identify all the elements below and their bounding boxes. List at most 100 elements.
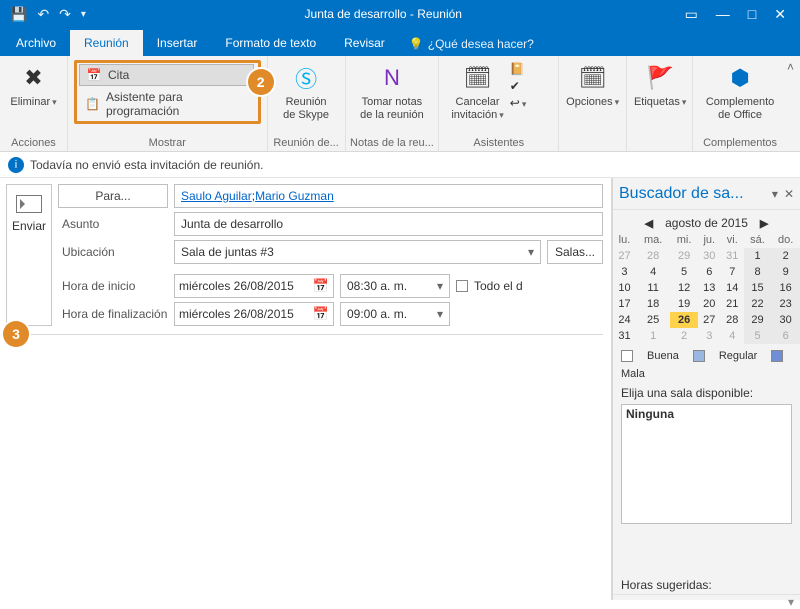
calendar-day[interactable]: 31 <box>721 248 744 264</box>
calendar-day[interactable]: 22 <box>744 296 772 312</box>
calendar-day[interactable]: 2 <box>771 248 800 264</box>
prev-month-icon[interactable]: ◀ <box>645 217 653 230</box>
address-book-icon[interactable]: 📔 <box>510 62 527 76</box>
calendar-day[interactable]: 30 <box>771 312 800 328</box>
start-date-field[interactable]: miércoles 26/08/2015📅 <box>174 274 334 298</box>
calendar-day[interactable]: 29 <box>744 312 772 328</box>
ribbon-display-icon[interactable]: ▭ <box>685 6 698 23</box>
calendar-day[interactable]: 30 <box>698 248 721 264</box>
calendar-picker-icon[interactable]: 📅 <box>313 306 329 322</box>
room-none[interactable]: Ninguna <box>626 407 787 421</box>
cita-button[interactable]: 📅 Cita <box>79 64 254 86</box>
asistente-programacion-button[interactable]: 📋 Asistente para programación <box>79 88 254 120</box>
cancel-invitation-button[interactable]: 🗓 Cancelar invitación <box>445 58 509 125</box>
responses-icon[interactable]: ↩ <box>510 96 527 110</box>
to-field[interactable]: Saulo Aguilar; Mario Guzman <box>174 184 603 208</box>
calendar-day[interactable]: 24 <box>613 312 636 328</box>
calendar-day[interactable]: 14 <box>721 280 744 296</box>
redo-icon[interactable]: ↷ <box>59 6 71 23</box>
calendar-day[interactable]: 17 <box>613 296 636 312</box>
skype-meeting-button[interactable]: Ⓢ Reunión de Skype <box>274 58 339 125</box>
all-day-checkbox[interactable] <box>456 280 468 292</box>
office-addin-button[interactable]: ⬢ Complemento de Office <box>699 58 781 125</box>
calendar-picker-icon[interactable]: 📅 <box>313 278 329 294</box>
calendar-day[interactable]: 26 <box>670 312 698 328</box>
message-body[interactable] <box>6 334 603 594</box>
mini-calendar[interactable]: lu.ma.mi.ju.vi.sá.do. 272829303112345678… <box>613 232 800 344</box>
calendar-day[interactable]: 23 <box>771 296 800 312</box>
calendar-day[interactable]: 11 <box>636 280 670 296</box>
calendar-day[interactable]: 25 <box>636 312 670 328</box>
calendar-day[interactable]: 13 <box>698 280 721 296</box>
calendar-day[interactable]: 31 <box>613 328 636 344</box>
calendar-day[interactable]: 20 <box>698 296 721 312</box>
calendar-day[interactable]: 1 <box>744 248 772 264</box>
calendar-day[interactable]: 27 <box>698 312 721 328</box>
calendar-day[interactable]: 12 <box>670 280 698 296</box>
calendar-day[interactable]: 16 <box>771 280 800 296</box>
calendar-day[interactable]: 9 <box>771 264 800 280</box>
recipient-2[interactable]: Mario Guzman <box>255 189 334 203</box>
tab-reunion[interactable]: Reunión <box>70 30 143 56</box>
mostrar-highlight: 📅 Cita 📋 Asistente para programación 2 <box>74 60 261 124</box>
envelope-icon <box>16 195 42 213</box>
calendar-day[interactable]: 3 <box>613 264 636 280</box>
info-text: Todavía no envió esta invitación de reun… <box>30 158 264 172</box>
para-button[interactable]: Para... <box>58 184 168 208</box>
calendar-day[interactable]: 5 <box>744 328 772 344</box>
close-icon[interactable]: ✕ <box>774 6 786 23</box>
calendar-day[interactable]: 1 <box>636 328 670 344</box>
send-button[interactable]: Enviar 3 <box>6 184 52 326</box>
location-field[interactable]: Sala de juntas #3▾ <box>174 240 541 264</box>
tab-revisar[interactable]: Revisar <box>330 30 399 56</box>
month-label: agosto de 2015 <box>665 216 748 230</box>
cancel-icon: 🗓 <box>462 62 494 94</box>
start-time-field[interactable]: 08:30 a. m.▾ <box>340 274 450 298</box>
calendar-day[interactable]: 21 <box>721 296 744 312</box>
tell-me[interactable]: 💡¿Qué desea hacer? <box>403 32 540 56</box>
save-icon[interactable]: 💾 <box>10 6 27 23</box>
next-month-icon[interactable]: ▶ <box>760 217 768 230</box>
calendar-day[interactable]: 6 <box>698 264 721 280</box>
calendar-day[interactable]: 4 <box>721 328 744 344</box>
tab-insertar[interactable]: Insertar <box>143 30 212 56</box>
calendar-day[interactable]: 8 <box>744 264 772 280</box>
calendar-day[interactable]: 18 <box>636 296 670 312</box>
collapse-ribbon-icon[interactable]: ˄ <box>787 56 800 151</box>
room-list[interactable]: Ninguna <box>621 404 792 524</box>
calendar-day[interactable]: 2 <box>670 328 698 344</box>
recipient-1[interactable]: Saulo Aguilar <box>181 189 252 203</box>
calendar-day[interactable]: 27 <box>613 248 636 264</box>
check-names-icon[interactable]: ✔ <box>510 79 527 93</box>
pane-menu-icon[interactable]: ▾ <box>772 187 778 201</box>
end-time-field[interactable]: 09:00 a. m.▾ <box>340 302 450 326</box>
chevron-down-icon[interactable]: ▾ <box>528 245 534 259</box>
tab-formato[interactable]: Formato de texto <box>211 30 330 56</box>
undo-icon[interactable]: ↶ <box>37 6 49 23</box>
calendar-day[interactable]: 4 <box>636 264 670 280</box>
etiquetas-button[interactable]: 🚩 Etiquetas <box>633 58 687 113</box>
maximize-icon[interactable]: □ <box>748 6 756 23</box>
options-icon: 🗓 <box>577 62 609 94</box>
end-date-field[interactable]: miércoles 26/08/2015📅 <box>174 302 334 326</box>
subject-field[interactable]: Junta de desarrollo <box>174 212 603 236</box>
calendar-day[interactable]: 10 <box>613 280 636 296</box>
calendar-day[interactable]: 5 <box>670 264 698 280</box>
calendar-day[interactable]: 6 <box>771 328 800 344</box>
calendar-day[interactable]: 29 <box>670 248 698 264</box>
calendar-day[interactable]: 15 <box>744 280 772 296</box>
calendar-day[interactable]: 28 <box>721 312 744 328</box>
calendar-day[interactable]: 28 <box>636 248 670 264</box>
qat-more-icon[interactable]: ▾ <box>81 9 86 20</box>
pane-close-icon[interactable]: ✕ <box>784 187 794 201</box>
calendar-day[interactable]: 19 <box>670 296 698 312</box>
salas-button[interactable]: Salas... <box>547 240 603 264</box>
calendar-day[interactable]: 7 <box>721 264 744 280</box>
opciones-button[interactable]: 🗓 Opciones <box>565 58 620 113</box>
calendar-day[interactable]: 3 <box>698 328 721 344</box>
minimize-icon[interactable]: — <box>716 6 730 23</box>
meeting-notes-button[interactable]: N Tomar notas de la reunión <box>352 58 433 125</box>
tab-archivo[interactable]: Archivo <box>0 30 70 56</box>
eliminar-button[interactable]: ✖ Eliminar <box>6 58 61 113</box>
group-mostrar: Mostrar <box>68 137 267 149</box>
